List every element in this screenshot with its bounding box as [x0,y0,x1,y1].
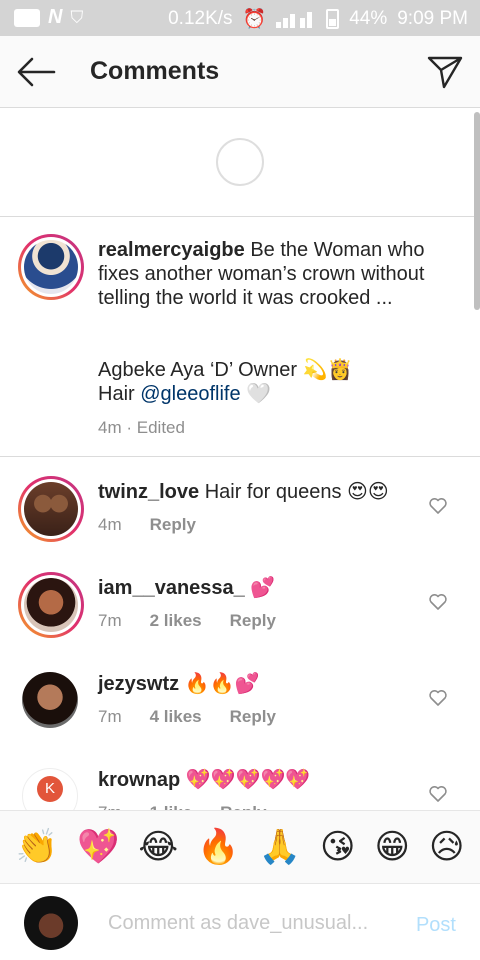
comment-username[interactable]: iam__vanessa_ [98,577,245,599]
caption-avatar[interactable] [18,234,84,300]
mention-link[interactable]: @gleeoflife [140,383,240,405]
comment-time: 4m [98,515,122,534]
meta-separator: · [126,418,133,437]
caption-meta: 4m · Edited [98,418,185,438]
comment-body: 💕 [250,577,276,599]
battery-icon [326,9,340,29]
comment-composer: Comment as dave_unusual... Post [0,884,480,960]
clapping-hands-emoji-button[interactable]: 👏 [16,830,58,864]
grinning-face-emoji-button[interactable]: 😁 [374,830,409,864]
comment-time: 7m [98,611,122,630]
clock: 9:09 PM [397,8,468,29]
avatar [24,578,78,632]
reply-button[interactable]: Reply [230,707,276,727]
comment-username[interactable]: twinz_love [98,481,199,503]
caption-text: realmercyaigbe Be the Woman who fixes an… [98,238,428,310]
fire-emoji-button[interactable]: 🔥 [197,830,239,864]
caption-time: 4m [98,418,122,437]
network-speed: 0.12K/s [168,8,233,29]
comment-text: twinz_love Hair for queens 😍😍 [98,480,418,504]
caption-owner-line: Agbeke Aya ‘D’ Owner 💫👸 [98,359,353,381]
comment-avatar-iam-vanessa[interactable] [18,572,84,638]
emoji-reaction-bar: 👏 💖 😂 🔥 🙏 😘 😁 😥 [0,810,480,884]
comment-avatar-twinz-love[interactable] [18,476,84,542]
sparkling-heart-emoji-button[interactable]: 💖 [77,830,119,864]
caption-hair-suffix: 🤍 [240,383,272,405]
comment-username[interactable]: krownap [98,769,180,791]
comment-username[interactable]: jezyswtz [98,673,179,695]
reply-button[interactable]: Reply [150,515,196,535]
comment-input[interactable]: Comment as dave_unusual... [108,912,368,935]
loading-spinner [216,138,264,186]
heart-outline-icon[interactable] [428,496,448,516]
comment-text: iam__vanessa_ 💕 [98,576,418,600]
signal-icon [276,10,316,28]
caption-line-2: Agbeke Aya ‘D’ Owner 💫👸 [98,358,438,382]
kissing-face-emoji-button[interactable]: 😘 [320,830,355,864]
comment-meta: 7m 4 likes Reply [98,707,276,727]
comment-body: 💖💖💖💖💖 [185,769,311,791]
shield-icon: ⛉ [70,7,84,27]
nfc-icon: N [48,6,63,28]
reply-button[interactable]: Reply [230,611,276,631]
avatar [24,482,78,536]
comment-meta: 4m Reply [98,515,196,535]
caption-username[interactable]: realmercyaigbe [98,239,245,261]
comment-body: 🔥🔥💕 [184,673,260,695]
divider [0,456,480,457]
sad-face-emoji-button[interactable]: 😥 [429,830,464,864]
alarm-icon: ⏰ [242,9,267,30]
divider [0,216,480,217]
krownap-logo: K [37,776,63,802]
arrow-left-icon[interactable] [14,54,58,90]
caption-hair-prefix: Hair [98,383,141,405]
paper-plane-icon[interactable] [426,53,464,91]
battery-level: 44% [349,8,388,29]
comment-meta: 7m 2 likes Reply [98,611,276,631]
app-notification-icon [14,8,40,27]
scrollbar[interactable] [474,112,480,310]
edited-label: Edited [136,418,185,437]
folded-hands-emoji-button[interactable]: 🙏 [259,830,301,864]
page-title: Comments [90,57,220,85]
comments-header: Comments [0,36,480,108]
likes-count[interactable]: 2 likes [150,611,202,631]
comment-time: 7m [98,707,122,726]
heart-outline-icon[interactable] [428,688,448,708]
comment-text: jezyswtz 🔥🔥💕 [98,672,418,696]
comment-body: Hair for queens 😍😍 [204,481,389,503]
heart-outline-icon[interactable] [428,784,448,804]
heart-outline-icon[interactable] [428,592,448,612]
tears-of-joy-emoji-button[interactable]: 😂 [138,830,178,864]
caption-line-3: Hair @gleeoflife 🤍 [98,382,438,406]
likes-count[interactable]: 4 likes [150,707,202,727]
avatar [24,240,78,294]
comment-text: krownap 💖💖💖💖💖 [98,768,418,792]
comment-avatar-jezyswtz[interactable] [22,672,78,728]
current-user-avatar [24,896,78,950]
post-button[interactable]: Post [416,914,456,937]
status-bar: N ⛉ 0.12K/s ⏰ 44% 9:09 PM [0,0,480,36]
